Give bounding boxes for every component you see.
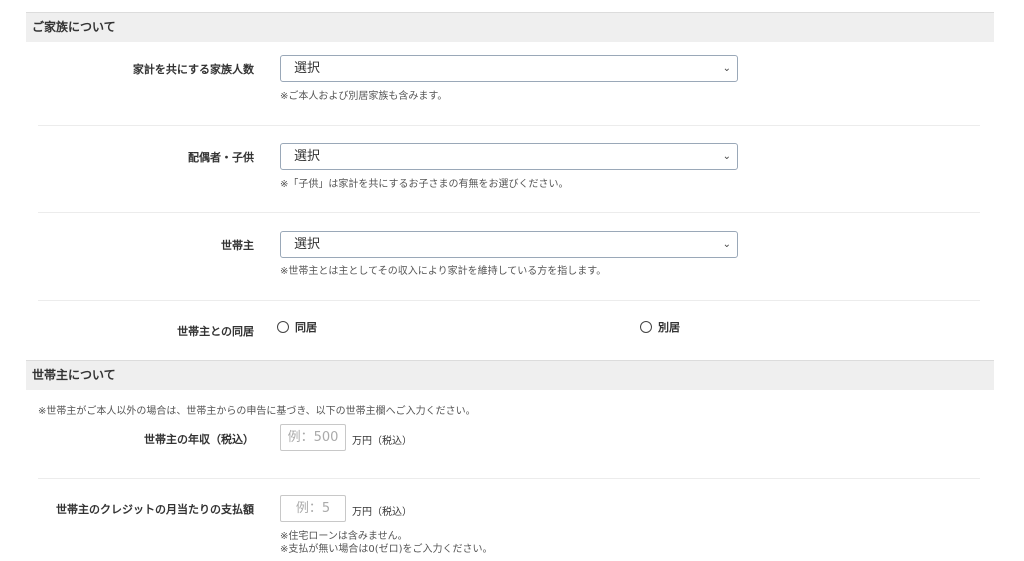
- credit-payment-note-2: ※支払が無い場合は0(ゼロ)をご入力ください。: [280, 544, 493, 555]
- spouse-child-label: 配偶者・子供: [188, 151, 254, 164]
- chevron-down-icon: ⌄: [722, 63, 731, 74]
- householder-income-input[interactable]: [280, 424, 346, 451]
- credit-payment-unit: 万円（税込）: [352, 507, 412, 518]
- spouse-child-select[interactable]: 選択 ⌄: [280, 143, 738, 170]
- chevron-down-icon: ⌄: [722, 151, 731, 162]
- radio-unchecked-icon[interactable]: [277, 321, 289, 333]
- radio-unchecked-icon[interactable]: [640, 321, 652, 333]
- chevron-down-icon: ⌄: [722, 239, 731, 250]
- divider: [38, 212, 980, 213]
- householder-income-unit: 万円（税込）: [352, 436, 412, 447]
- householder-value: 選択: [294, 237, 321, 252]
- section-header-family: ご家族について: [26, 12, 994, 42]
- householder-intro-note: ※世帯主がご本人以外の場合は、世帯主からの申告に基づき、以下の世帯主欄へご入力く…: [38, 406, 476, 417]
- divider: [38, 300, 980, 301]
- section-title-family: ご家族について: [32, 20, 116, 34]
- household-size-value: 選択: [294, 61, 321, 76]
- household-size-label: 家計を共にする家族人数: [132, 63, 254, 76]
- householder-note: ※世帯主とは主としてその収入により家計を維持している方を指します。: [280, 266, 607, 277]
- household-size-select[interactable]: 選択 ⌄: [280, 55, 738, 82]
- divider: [38, 478, 980, 479]
- householder-income-label: 世帯主の年収（税込）: [144, 433, 254, 446]
- household-size-note: ※ご本人および別居家族も含みます。: [280, 91, 448, 102]
- radio-cohabiting-label: 同居: [295, 321, 317, 334]
- spouse-child-note: ※「子供」は家計を共にするお子さまの有無をお選びください。: [280, 179, 569, 190]
- section-header-householder: 世帯主について: [26, 360, 994, 390]
- radio-separate-label: 別居: [658, 321, 680, 334]
- cohabitation-label: 世帯主との同居: [177, 325, 254, 338]
- radio-cohabiting[interactable]: 同居: [277, 319, 317, 335]
- radio-separate[interactable]: 別居: [640, 319, 680, 335]
- householder-label: 世帯主: [221, 239, 254, 252]
- spouse-child-value: 選択: [294, 149, 321, 164]
- credit-payment-input[interactable]: [280, 495, 346, 522]
- section-title-householder: 世帯主について: [32, 368, 116, 382]
- credit-payment-label: 世帯主のクレジットの月当たりの支払額: [56, 503, 254, 516]
- divider: [38, 125, 980, 126]
- householder-select[interactable]: 選択 ⌄: [280, 231, 738, 258]
